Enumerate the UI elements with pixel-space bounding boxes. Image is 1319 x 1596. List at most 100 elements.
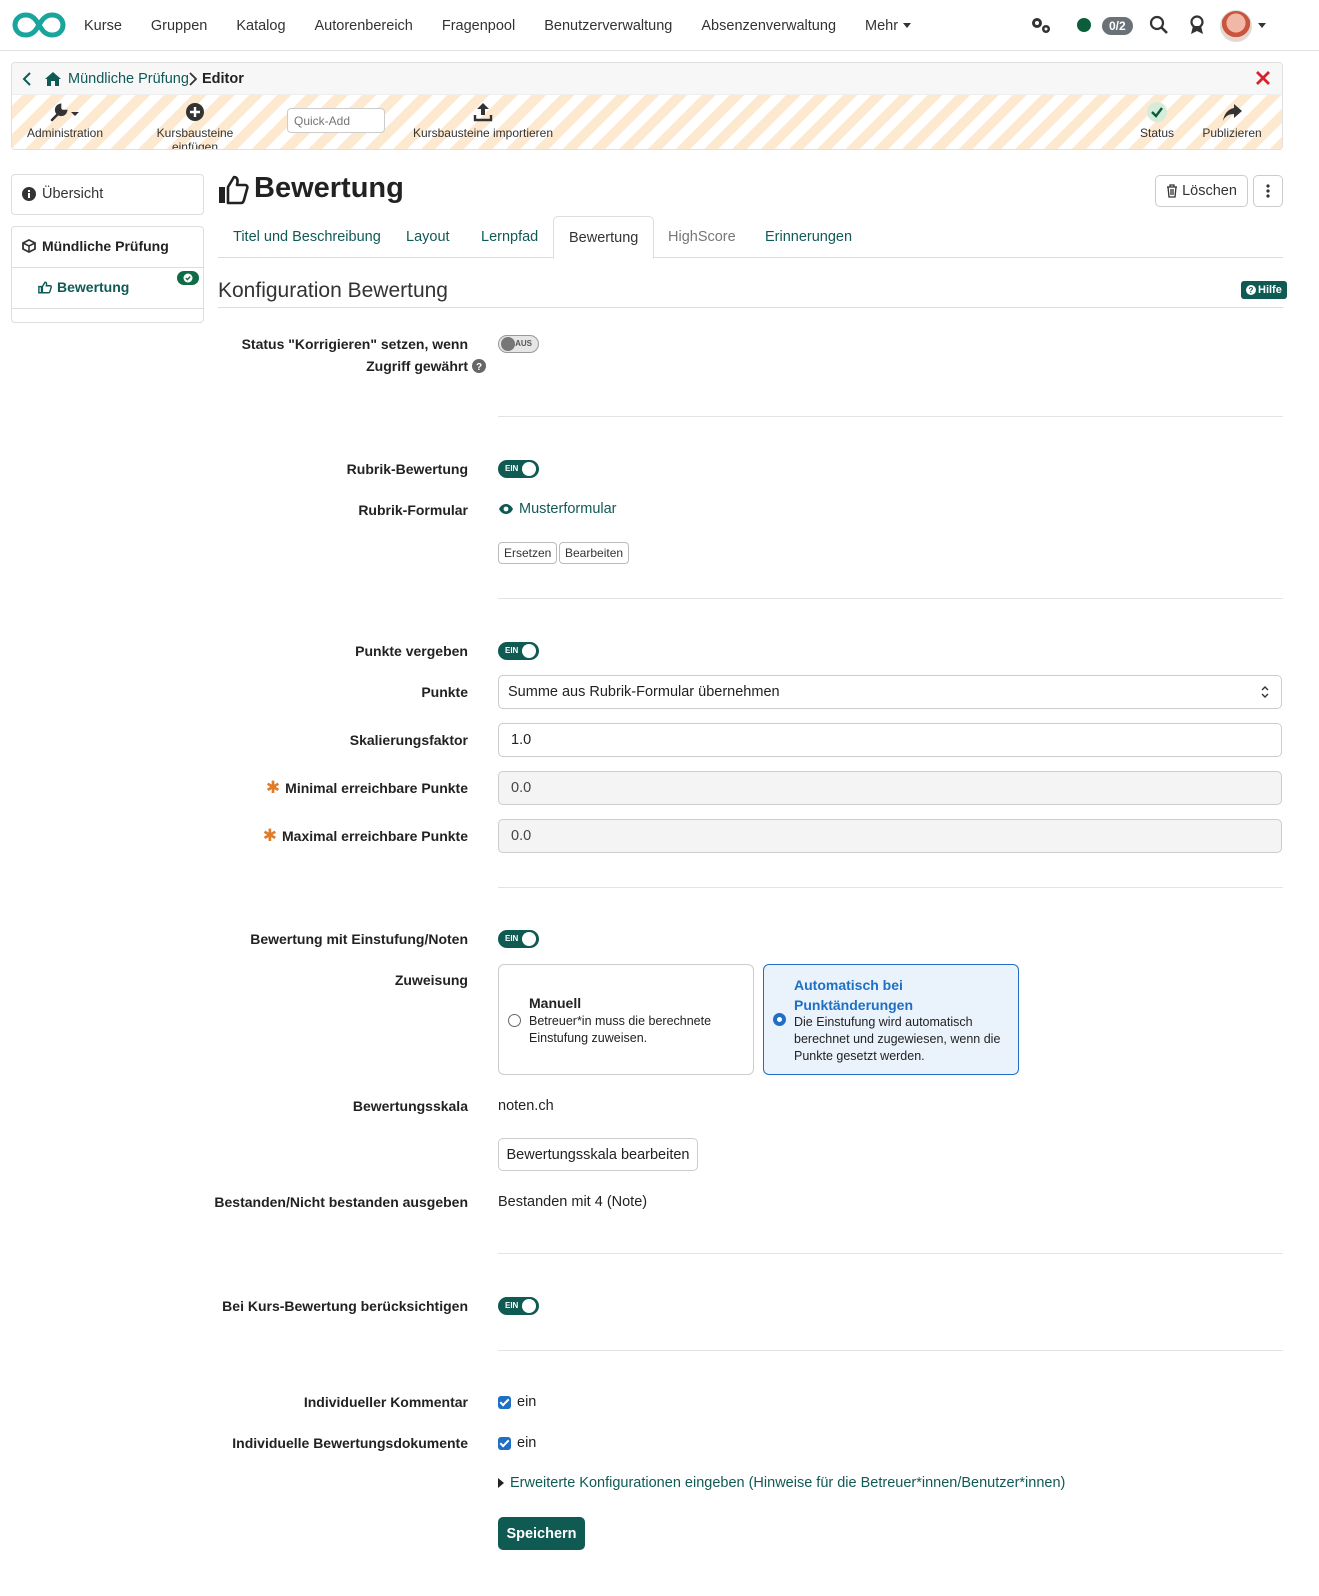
save-button[interactable]: Speichern — [498, 1517, 585, 1550]
status-correct-label-line2: Zugriff gewährt — [366, 358, 468, 374]
divider — [498, 887, 1283, 888]
auto-description: Die Einstufung wird automatisch berechne… — [794, 1015, 1001, 1063]
course-tree: Mündliche Prüfung Bewertung — [11, 226, 204, 323]
toggle-text: EIN — [505, 464, 519, 473]
gears-icon[interactable] — [1030, 15, 1052, 35]
nav-more-label: Mehr — [865, 17, 899, 34]
assignment-option-manual[interactable]: Manuell Betreuer*in muss die berechnete … — [498, 964, 754, 1075]
nav-autorenbereich[interactable]: Autorenbereich — [315, 18, 413, 34]
insert-course-element-button[interactable]: Kursbausteine einfügen — [132, 101, 258, 150]
publish-button[interactable]: Publizieren — [1200, 101, 1264, 140]
chevron-left-icon[interactable] — [20, 71, 34, 87]
tab-bewertung[interactable]: Bewertung — [553, 216, 655, 259]
openolat-logo-icon[interactable] — [12, 11, 66, 39]
nav-more[interactable]: Mehr — [865, 17, 912, 34]
tab-bar: Titel und Beschreibung Layout Lernpfad B… — [218, 216, 1283, 259]
passed-value: Bestanden mit 4 (Note) — [498, 1194, 648, 1210]
status-correct-toggle[interactable]: AUS — [498, 335, 539, 353]
nav-kurse[interactable]: Kurse — [84, 18, 122, 34]
chevron-right-icon — [189, 72, 198, 86]
rubric-toggle[interactable]: EIN — [498, 460, 539, 478]
close-icon[interactable] — [1254, 69, 1272, 87]
min-points-label: ✱ Minimal erreichbare Punkte — [266, 777, 468, 799]
nav-fragenpool[interactable]: Fragenpool — [442, 18, 515, 34]
radio-auto[interactable] — [773, 1013, 786, 1026]
question-circle-icon[interactable]: ? — [472, 359, 486, 373]
counter-badge[interactable]: 0/2 — [1102, 17, 1133, 35]
tree-divider-bottom — [12, 308, 203, 309]
grading-toggle[interactable]: EIN — [498, 930, 539, 948]
max-points-input[interactable]: 0.0 — [498, 819, 1282, 853]
min-points-input[interactable]: 0.0 — [498, 771, 1282, 805]
delete-button[interactable]: Löschen — [1155, 175, 1248, 207]
status-label: Status — [1139, 126, 1175, 140]
avatar-chevron-down-icon[interactable] — [1258, 23, 1266, 28]
home-icon[interactable] — [44, 71, 62, 87]
tree-item-course[interactable]: Mündliche Prüfung — [22, 238, 213, 254]
points-select[interactable]: Summe aus Rubrik-Formular übernehmen — [498, 675, 1282, 709]
rubric-form-link[interactable]: Musterformular — [498, 501, 617, 517]
tree-item-bewertung-label: Bewertung — [57, 279, 130, 295]
toggle-text: AUS — [515, 339, 532, 348]
chevron-updown-icon — [1261, 686, 1269, 698]
required-asterisk-icon: ✱ — [265, 778, 281, 797]
scale-factor-label: Skalierungsfaktor — [349, 732, 468, 748]
gradescale-value: noten.ch — [498, 1098, 554, 1114]
help-button[interactable]: ? Hilfe — [1241, 281, 1287, 299]
import-course-elements-button[interactable]: Kursbausteine importieren — [412, 101, 554, 140]
tab-lernpfad[interactable]: Lernpfad — [481, 216, 538, 258]
grading-label: Bewertung mit Einstufung/Noten — [250, 931, 468, 947]
edit-gradescale-button[interactable]: Bewertungsskala bearbeiten — [498, 1138, 698, 1171]
nav-absenzenverwaltung[interactable]: Absenzenverwaltung — [701, 18, 836, 34]
tab-highscore[interactable]: HighScore — [668, 216, 736, 258]
help-label: Hilfe — [1258, 284, 1282, 296]
advanced-config-toggle[interactable]: Erweiterte Konfigurationen eingeben (Hin… — [498, 1475, 1065, 1491]
tree-item-bewertung[interactable]: Bewertung — [38, 279, 229, 295]
breadcrumb-current: Editor — [202, 71, 244, 87]
sidebar-overview[interactable]: Übersicht — [11, 174, 204, 215]
search-icon[interactable] — [1149, 15, 1169, 35]
nav-benutzerverwaltung[interactable]: Benutzerverwaltung — [544, 18, 672, 34]
assignment-option-auto[interactable]: Automatisch bei Punktänderungen Die Eins… — [763, 964, 1019, 1075]
insert-label: Kursbausteine einfügen — [156, 126, 234, 150]
divider — [498, 1253, 1283, 1254]
nav-gruppen[interactable]: Gruppen — [151, 18, 207, 34]
advanced-config-label: Erweiterte Konfigurationen eingeben (Hin… — [510, 1475, 1066, 1491]
rubric-form-link-label: Musterformular — [519, 501, 617, 517]
breadcrumb-course-link[interactable]: Mündliche Prüfung — [68, 71, 189, 87]
points-select-value: Summe aus Rubrik-Formular übernehmen — [508, 684, 780, 700]
scale-factor-value: 1.0 — [511, 732, 532, 748]
comment-checkbox[interactable] — [498, 1396, 511, 1409]
quick-add-input[interactable] — [287, 108, 385, 133]
tab-title-description[interactable]: Titel und Beschreibung — [233, 216, 381, 258]
check-circle-icon — [1147, 102, 1167, 122]
toggle-knob — [501, 337, 515, 351]
more-actions-button[interactable] — [1253, 175, 1283, 207]
administration-button[interactable]: Administration — [26, 101, 104, 140]
online-status-icon[interactable] — [1077, 18, 1091, 32]
tree-divider — [12, 267, 203, 268]
status-button[interactable]: Status — [1138, 101, 1176, 140]
breadcrumb: Mündliche Prüfung Editor — [12, 63, 1282, 95]
section-divider — [218, 307, 1283, 308]
replace-button[interactable]: Ersetzen — [498, 542, 558, 564]
course-assessment-toggle[interactable]: EIN — [498, 1297, 539, 1315]
tab-layout[interactable]: Layout — [406, 216, 450, 258]
radio-manual[interactable] — [508, 1014, 521, 1027]
toggle-knob — [522, 644, 536, 658]
assignment-label: Zuweisung — [394, 972, 468, 988]
sidebar-overview-label: Übersicht — [42, 186, 104, 202]
award-icon[interactable] — [1188, 15, 1206, 35]
section-title: Konfiguration Bewertung — [218, 279, 448, 302]
scale-factor-input[interactable]: 1.0 — [498, 723, 1282, 757]
points-toggle[interactable]: EIN — [498, 642, 539, 660]
documents-checkbox[interactable] — [498, 1437, 511, 1450]
edit-rubric-button[interactable]: Bearbeiten — [559, 542, 630, 564]
manual-title: Manuell — [529, 995, 582, 1011]
status-correct-label: Status "Korrigieren" setzen, wenn Zugrif… — [242, 333, 468, 377]
upload-icon — [473, 103, 493, 122]
nav-katalog[interactable]: Katalog — [236, 18, 285, 34]
tab-erinnerungen[interactable]: Erinnerungen — [765, 216, 852, 258]
user-avatar[interactable] — [1220, 10, 1252, 42]
editor-toolbar: Mündliche Prüfung Editor Administration … — [11, 62, 1283, 150]
